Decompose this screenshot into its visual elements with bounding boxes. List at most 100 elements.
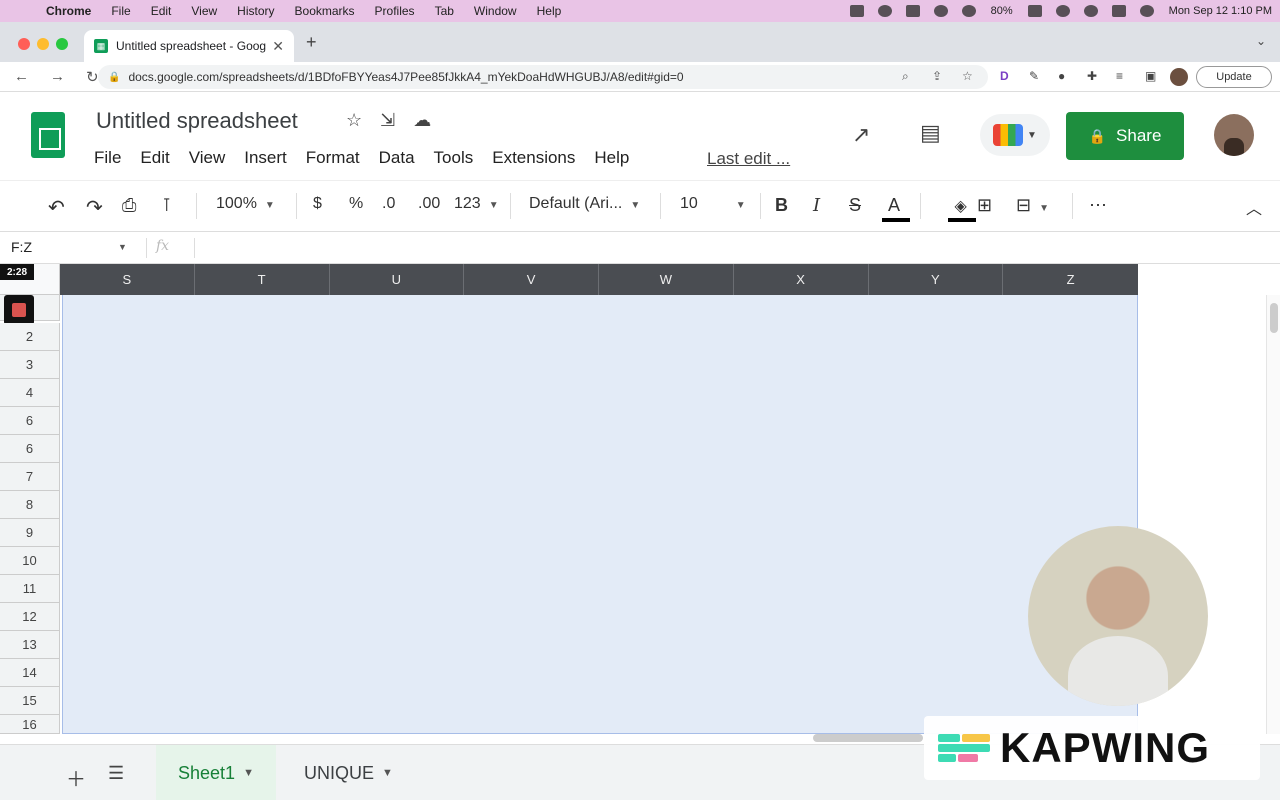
more-options-icon[interactable]: ⋯ (1089, 195, 1107, 216)
font-family-select[interactable]: Default (Ari... ▼ (529, 195, 640, 213)
zoom-icon[interactable]: ⌕ (902, 69, 916, 83)
name-box[interactable]: F:Z (11, 239, 32, 255)
currency-format-button[interactable]: $ (313, 195, 322, 213)
row-header[interactable]: 8 (0, 491, 60, 519)
moon-icon[interactable] (961, 5, 976, 17)
extension-d-icon[interactable]: D (1000, 69, 1014, 83)
mac-menu-chrome[interactable]: Chrome (46, 4, 91, 18)
menu-data[interactable]: Data (379, 148, 415, 168)
menu-help[interactable]: Help (594, 148, 629, 168)
column-header-x[interactable]: X (734, 264, 869, 295)
chevron-down-icon[interactable]: ▼ (382, 767, 393, 779)
vertical-scrollbar[interactable] (1266, 295, 1280, 734)
mac-menu-edit[interactable]: Edit (151, 4, 172, 18)
row-header[interactable]: 6 (0, 435, 60, 463)
sheet-tab-sheet1[interactable]: Sheet1 ▼ (156, 745, 276, 800)
column-header-z[interactable]: Z (1003, 264, 1138, 295)
column-header-t[interactable]: T (195, 264, 330, 295)
cloud-icon[interactable] (849, 5, 864, 17)
bold-button[interactable]: B (775, 195, 788, 216)
mac-menu-profiles[interactable]: Profiles (375, 4, 415, 18)
mac-menu-window[interactable]: Window (474, 4, 517, 18)
menu-tools[interactable]: Tools (434, 148, 474, 168)
sheets-logo-icon[interactable] (31, 112, 65, 158)
row-header[interactable]: 7 (0, 463, 60, 491)
column-header-s[interactable]: S (60, 264, 195, 295)
mac-menu-history[interactable]: History (237, 4, 274, 18)
chevron-down-icon[interactable]: ▼ (118, 242, 127, 252)
meet-button[interactable]: ▼ (980, 114, 1050, 156)
sheet-tab-unique[interactable]: UNIQUE ▼ (304, 745, 393, 800)
close-window-button[interactable] (18, 38, 30, 50)
column-header-v[interactable]: V (464, 264, 599, 295)
collapse-toolbar-chevron-up-icon[interactable]: ︿ (1246, 195, 1262, 219)
select-all-corner[interactable]: 2:28 (0, 264, 60, 295)
print-icon[interactable]: ⎙ (122, 195, 136, 216)
row-header[interactable]: 13 (0, 631, 60, 659)
record-icon[interactable] (933, 5, 948, 17)
user-avatar[interactable] (1214, 114, 1254, 156)
reading-list-icon[interactable]: ≡ (1116, 69, 1130, 83)
row-header-1[interactable] (0, 295, 60, 325)
close-tab-icon[interactable]: ✕ (272, 38, 284, 55)
row-header[interactable]: 16 (0, 715, 60, 734)
row-header[interactable]: 12 (0, 603, 60, 631)
tab-search-chevron-icon[interactable]: ⌄ (1256, 34, 1266, 48)
display-icon[interactable] (905, 5, 920, 17)
cloud-status-icon[interactable]: ☁ (413, 110, 431, 131)
menu-extensions[interactable]: Extensions (492, 148, 575, 168)
side-panel-icon[interactable]: ▣ (1145, 69, 1159, 83)
row-header[interactable]: 2 (0, 323, 60, 351)
siri-icon[interactable] (1139, 5, 1154, 17)
share-page-icon[interactable]: ⇪ (932, 69, 946, 83)
control-center-icon[interactable] (1111, 5, 1126, 17)
mac-menu-view[interactable]: View (191, 4, 217, 18)
back-icon[interactable]: ← (14, 68, 32, 85)
menu-file[interactable]: File (94, 148, 121, 168)
mac-menu-file[interactable]: File (111, 4, 130, 18)
zoom-select[interactable]: 100% ▼ (216, 195, 275, 213)
star-icon[interactable]: ☆ (346, 110, 362, 131)
extensions-puzzle-icon[interactable]: ✚ (1087, 69, 1101, 83)
battery-icon[interactable] (1027, 5, 1042, 17)
browser-profile-avatar[interactable] (1170, 68, 1188, 86)
column-header-u[interactable]: U (330, 264, 465, 295)
row-header[interactable]: 10 (0, 547, 60, 575)
menu-insert[interactable]: Insert (244, 148, 287, 168)
row-header[interactable]: 14 (0, 659, 60, 687)
extension-leaf-icon[interactable]: ✎ (1029, 69, 1043, 83)
number-format-select[interactable]: 123 ▼ (454, 195, 499, 213)
row-header[interactable]: 9 (0, 519, 60, 547)
address-bar[interactable]: 🔒 docs.google.com/spreadsheets/d/1BDfoFB… (98, 65, 988, 89)
update-button[interactable]: Update (1196, 66, 1272, 88)
last-edit-link[interactable]: Last edit ... (707, 149, 790, 169)
row-header[interactable]: 11 (0, 575, 60, 603)
increase-decimal-button[interactable]: .00 (418, 195, 440, 213)
row-header[interactable]: 6 (0, 407, 60, 435)
url-text[interactable]: docs.google.com/spreadsheets/d/1BDfoFBYY… (128, 70, 683, 84)
new-tab-button[interactable]: + (306, 32, 317, 53)
wifi-icon[interactable] (1055, 5, 1070, 17)
minimize-window-button[interactable] (37, 38, 49, 50)
zoom-window-button[interactable] (56, 38, 68, 50)
column-header-w[interactable]: W (599, 264, 734, 295)
mac-menu-tab[interactable]: Tab (435, 4, 454, 18)
italic-button[interactable]: I (813, 195, 820, 216)
percent-format-button[interactable]: % (349, 195, 363, 213)
selected-range[interactable] (62, 295, 1138, 734)
strikethrough-button[interactable]: S (849, 195, 861, 216)
paint-format-icon[interactable]: ⊺ (162, 195, 171, 216)
gear-icon[interactable] (877, 5, 892, 17)
browser-tab[interactable]: ▦ Untitled spreadsheet - Google ✕ (84, 30, 294, 62)
font-size-select[interactable]: 10 ▼ (680, 195, 746, 213)
all-sheets-list-icon[interactable]: ☰ (108, 763, 124, 784)
mac-menu-bookmarks[interactable]: Bookmarks (295, 4, 355, 18)
spotlight-icon[interactable] (1083, 5, 1098, 17)
horizontal-scrollbar[interactable] (813, 734, 923, 742)
undo-icon[interactable]: ↶ (48, 195, 65, 220)
borders-icon[interactable]: ⊞ (977, 195, 992, 216)
menu-format[interactable]: Format (306, 148, 360, 168)
bookmark-star-icon[interactable]: ☆ (962, 69, 976, 83)
fill-color-icon[interactable]: ◈ (948, 196, 978, 222)
menu-view[interactable]: View (189, 148, 226, 168)
